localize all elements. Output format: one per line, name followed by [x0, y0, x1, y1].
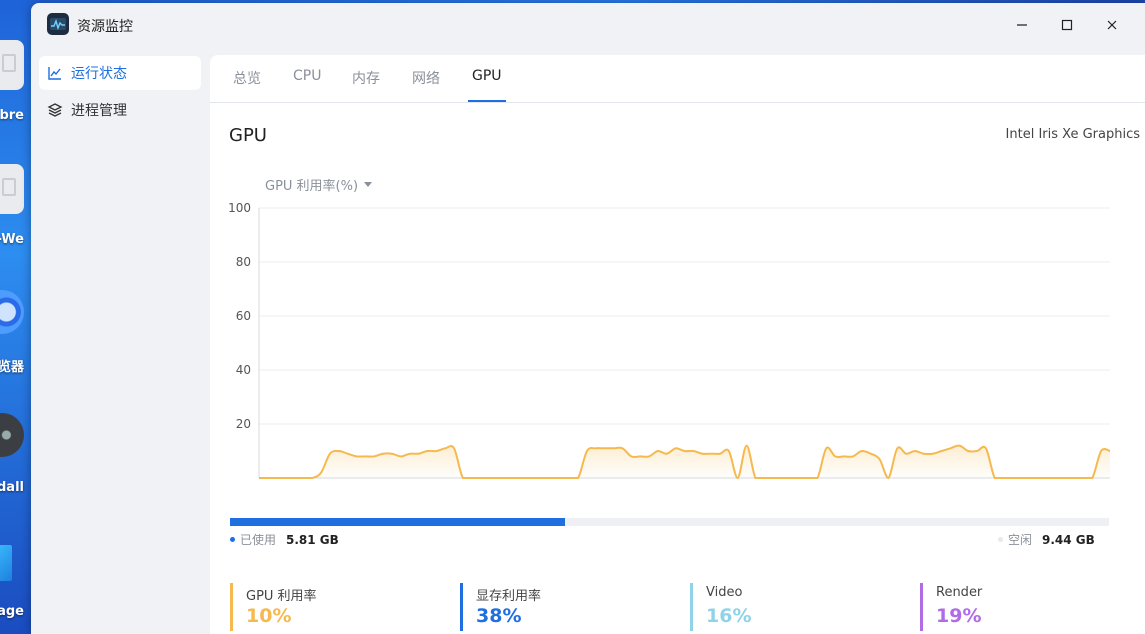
browser-icon[interactable] — [0, 290, 24, 334]
close-icon — [1107, 20, 1117, 30]
stat-label: Render — [936, 585, 983, 600]
stat-gpu-usage: GPU 利用率 10% — [230, 583, 446, 631]
memory-free-value: 9.44 GB — [1042, 532, 1095, 547]
sidebar-item-status[interactable]: 运行状态 — [39, 56, 201, 90]
desktop-shortcut-label[interactable]: e-We — [0, 232, 24, 247]
desktop-background: ibre e-We 览器 ndall epage — [0, 0, 31, 634]
memory-free-label: 空闲 — [1008, 533, 1033, 547]
sidebar: 运行状态 进程管理 — [31, 47, 209, 634]
app-shortcut-icon[interactable] — [0, 545, 12, 581]
stat-video: Video 16% — [690, 583, 906, 631]
resource-monitor-window: 资源监控 运行状态 进程管理 总览 CPU 内存 网络 GPU GPU Inte… — [31, 3, 1145, 634]
stat-value: 10% — [246, 605, 292, 627]
y-tick-label: 20 — [236, 417, 251, 431]
window-title: 资源监控 — [77, 19, 133, 35]
memory-used-legend: 已使用 5.81 GB — [230, 531, 339, 548]
minimize-button[interactable] — [999, 3, 1045, 47]
tab-bar: 总览 CPU 内存 网络 GPU — [210, 55, 1145, 103]
stat-value: 19% — [936, 605, 982, 627]
y-tick-label: 100 — [228, 201, 251, 215]
stat-vram-usage: 显存利用率 38% — [460, 583, 676, 631]
tab-cpu[interactable]: CPU — [293, 68, 321, 102]
tab-network[interactable]: 网络 — [412, 68, 440, 102]
tab-overview[interactable]: 总览 — [233, 68, 261, 102]
desktop-shortcut-icon[interactable] — [0, 40, 24, 90]
app-logo-icon — [47, 13, 69, 35]
metric-dropdown[interactable]: GPU 利用率(%) — [265, 175, 373, 194]
gpu-heading: GPU — [229, 125, 267, 146]
desktop-shortcut-label[interactable]: epage — [0, 604, 24, 619]
stat-label: 显存利用率 — [476, 589, 542, 604]
used-dot-icon — [230, 537, 235, 542]
desktop-shortcut-label[interactable]: ibre — [0, 108, 24, 123]
memory-used-label: 已使用 — [240, 533, 277, 547]
stat-value: 16% — [706, 605, 752, 627]
desktop-shortcut-label[interactable]: 览器 — [0, 356, 24, 375]
stat-label: Video — [706, 585, 743, 600]
main-panel: 总览 CPU 内存 网络 GPU GPU Intel Iris Xe Graph… — [210, 55, 1145, 634]
stat-render: Render 19% — [920, 583, 1136, 631]
y-tick-label: 40 — [236, 363, 251, 377]
title-bar[interactable]: 资源监控 — [31, 3, 1145, 47]
memory-used-value: 5.81 GB — [286, 532, 339, 547]
metric-dropdown-label: GPU 利用率(%) — [265, 179, 359, 194]
stat-label: GPU 利用率 — [246, 589, 317, 604]
line-chart-icon — [47, 65, 63, 81]
memory-usage-bar — [230, 518, 1109, 526]
minimize-icon — [1017, 24, 1027, 26]
stat-value: 38% — [476, 605, 522, 627]
memory-used-fill — [230, 518, 565, 526]
maximize-button[interactable] — [1044, 3, 1090, 47]
free-dot-icon — [998, 537, 1003, 542]
maximize-icon — [1061, 19, 1073, 31]
sidebar-item-processes[interactable]: 进程管理 — [39, 93, 201, 127]
caret-down-icon — [364, 182, 373, 187]
desktop-shortcut-icon[interactable] — [0, 164, 24, 214]
gpu-usage-chart: 20 40 60 80 100 — [228, 201, 1111, 480]
sidebar-item-label: 进程管理 — [71, 103, 127, 119]
layers-icon — [47, 102, 63, 118]
sidebar-item-label: 运行状态 — [71, 66, 127, 82]
app-shortcut-icon[interactable] — [0, 413, 24, 457]
tab-gpu[interactable]: GPU — [468, 68, 506, 102]
y-tick-label: 80 — [236, 255, 251, 269]
y-tick-label: 60 — [236, 309, 251, 323]
tab-memory[interactable]: 内存 — [352, 68, 380, 102]
desktop-shortcut-label[interactable]: ndall — [0, 480, 24, 495]
gpu-model-name: Intel Iris Xe Graphics — [1005, 127, 1140, 142]
memory-free-legend: 空闲 9.44 GB — [998, 531, 1095, 548]
close-button[interactable] — [1089, 3, 1135, 47]
